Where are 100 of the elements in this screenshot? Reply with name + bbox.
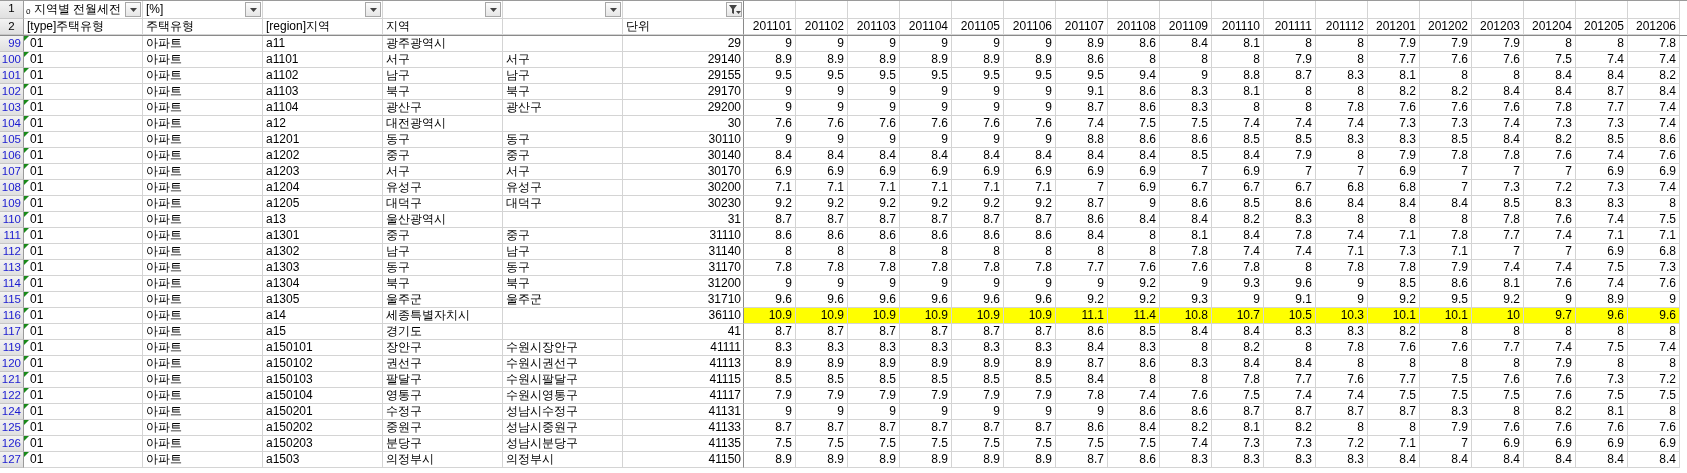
table-cell-text: 아파트 [145, 404, 182, 419]
filter-dropdown-button[interactable] [605, 2, 621, 17]
table-cell: 8.3 [1004, 340, 1056, 356]
table-cell: 7 [1472, 164, 1524, 180]
table-cell: 8.7 [796, 420, 848, 436]
row-header[interactable]: 108 [0, 180, 24, 196]
table-cell: 31 [727, 212, 741, 227]
table-cell-text: a1204 [265, 180, 300, 195]
row-header[interactable]: 121 [0, 372, 24, 388]
table-cell: 8 [1264, 340, 1316, 356]
table-cell: 7.8 [1212, 260, 1264, 276]
table-cell: 8 [1420, 68, 1472, 84]
table-cell: 7.5 [1108, 436, 1160, 452]
table-cell: 8.4 [1108, 148, 1160, 164]
table-cell: 7.9 [900, 388, 952, 404]
corner-triangle-icon [24, 228, 29, 233]
row-header[interactable]: 116 [0, 308, 24, 324]
table-cell: 8.7 [848, 212, 900, 228]
table-cell-text: a150202 [265, 420, 313, 435]
table-cell: 8 [796, 244, 848, 260]
table-cell: 8.4 [1056, 340, 1108, 356]
table-cell: 8.9 [1004, 452, 1056, 468]
row-header[interactable]: 103 [0, 100, 24, 116]
table-cell: 30110 [708, 132, 741, 147]
row-header[interactable]: 99 [0, 36, 24, 52]
table-cell: 8.1 [1472, 276, 1524, 292]
row-header[interactable]: 109 [0, 196, 24, 212]
filter-dropdown-button[interactable] [485, 2, 501, 17]
row-header[interactable]: 111 [0, 228, 24, 244]
row-header[interactable]: 119 [0, 340, 24, 356]
filter-dropdown-button[interactable] [245, 2, 261, 17]
table-cell: 01 [30, 68, 44, 83]
table-cell-text: 의정부시 [505, 452, 554, 467]
row-header[interactable]: 122 [0, 388, 24, 404]
row-header[interactable]: 1 [0, 1, 24, 19]
table-cell: 8.6 [1108, 100, 1160, 116]
column-heading: 201204 [1531, 19, 1572, 34]
row-header[interactable]: 113 [0, 260, 24, 276]
table-cell: 8.3 [1316, 132, 1368, 148]
table-cell: 8 [1628, 356, 1680, 372]
row-header[interactable]: 112 [0, 244, 24, 260]
caret-icon [249, 7, 257, 12]
table-cell: 9 [900, 36, 952, 52]
row-header[interactable]: 101 [0, 68, 24, 84]
row-header[interactable]: 125 [0, 420, 24, 436]
row-header[interactable]: 114 [0, 276, 24, 292]
table-cell: 10.9 [952, 308, 1004, 324]
row-header[interactable]: 110 [0, 212, 24, 228]
table-cell: 8.5 [1472, 196, 1524, 212]
filter-dropdown-button[interactable] [125, 2, 141, 17]
row-header[interactable]: 127 [0, 452, 24, 468]
table-cell: 8.4 [1420, 452, 1472, 468]
table-cell-text: a150101 [265, 340, 313, 355]
row-header[interactable]: 104 [0, 116, 24, 132]
row-header[interactable]: 115 [0, 292, 24, 308]
filter-dropdown-button[interactable] [365, 2, 381, 17]
table-cell: 8.9 [848, 356, 900, 372]
table-cell-text: a1305 [265, 292, 300, 307]
table-cell-text: 아파트 [145, 436, 182, 451]
table-cell: 7.5 [848, 436, 900, 452]
table-cell-text: a1104 [265, 100, 299, 115]
table-cell: 7.8 [1472, 212, 1524, 228]
table-cell: 8 [1576, 324, 1628, 340]
row-header[interactable]: 126 [0, 436, 24, 452]
table-cell: 8.1 [1368, 68, 1420, 84]
column-heading: 201101 [752, 19, 792, 34]
row-header[interactable]: 107 [0, 164, 24, 180]
table-cell-text: a150201 [265, 404, 313, 419]
table-cell: 01 [30, 340, 44, 355]
table-cell: 01 [30, 436, 44, 451]
table-cell: 7.8 [1004, 260, 1056, 276]
table-cell: 8 [1316, 148, 1368, 164]
table-cell: 8 [1108, 52, 1160, 68]
row-header[interactable]: 105 [0, 132, 24, 148]
table-cell: 8.7 [900, 212, 952, 228]
table-cell-text: a13 [265, 212, 287, 227]
table-cell: 7.6 [1368, 100, 1420, 116]
filter-active-button[interactable] [726, 2, 742, 17]
row-header[interactable]: 120 [0, 356, 24, 372]
row-header[interactable]: 117 [0, 324, 24, 340]
table-cell: 8.3 [796, 340, 848, 356]
row-header[interactable]: 124 [0, 404, 24, 420]
table-cell: 8.6 [1420, 276, 1472, 292]
table-cell: 7.9 [1368, 36, 1420, 52]
row-header[interactable]: 100 [0, 52, 24, 68]
row-header[interactable]: 106 [0, 148, 24, 164]
table-cell: 7.6 [848, 116, 900, 132]
table-cell: 8.9 [952, 452, 1004, 468]
table-cell: 7 [1472, 244, 1524, 260]
table-cell-text: 아파트 [145, 116, 182, 131]
table-cell: 7.4 [1212, 116, 1264, 132]
table-cell: 7.8 [848, 260, 900, 276]
row-header[interactable]: 2 [0, 19, 24, 35]
row-header[interactable]: 102 [0, 84, 24, 100]
table-cell: 7.5 [1212, 388, 1264, 404]
table-cell: 9.6 [1576, 308, 1628, 324]
table-cell: 41135 [708, 436, 741, 451]
table-cell: 8.9 [744, 452, 796, 468]
table-cell: 6.9 [796, 164, 848, 180]
table-cell: 7.4 [1576, 148, 1628, 164]
